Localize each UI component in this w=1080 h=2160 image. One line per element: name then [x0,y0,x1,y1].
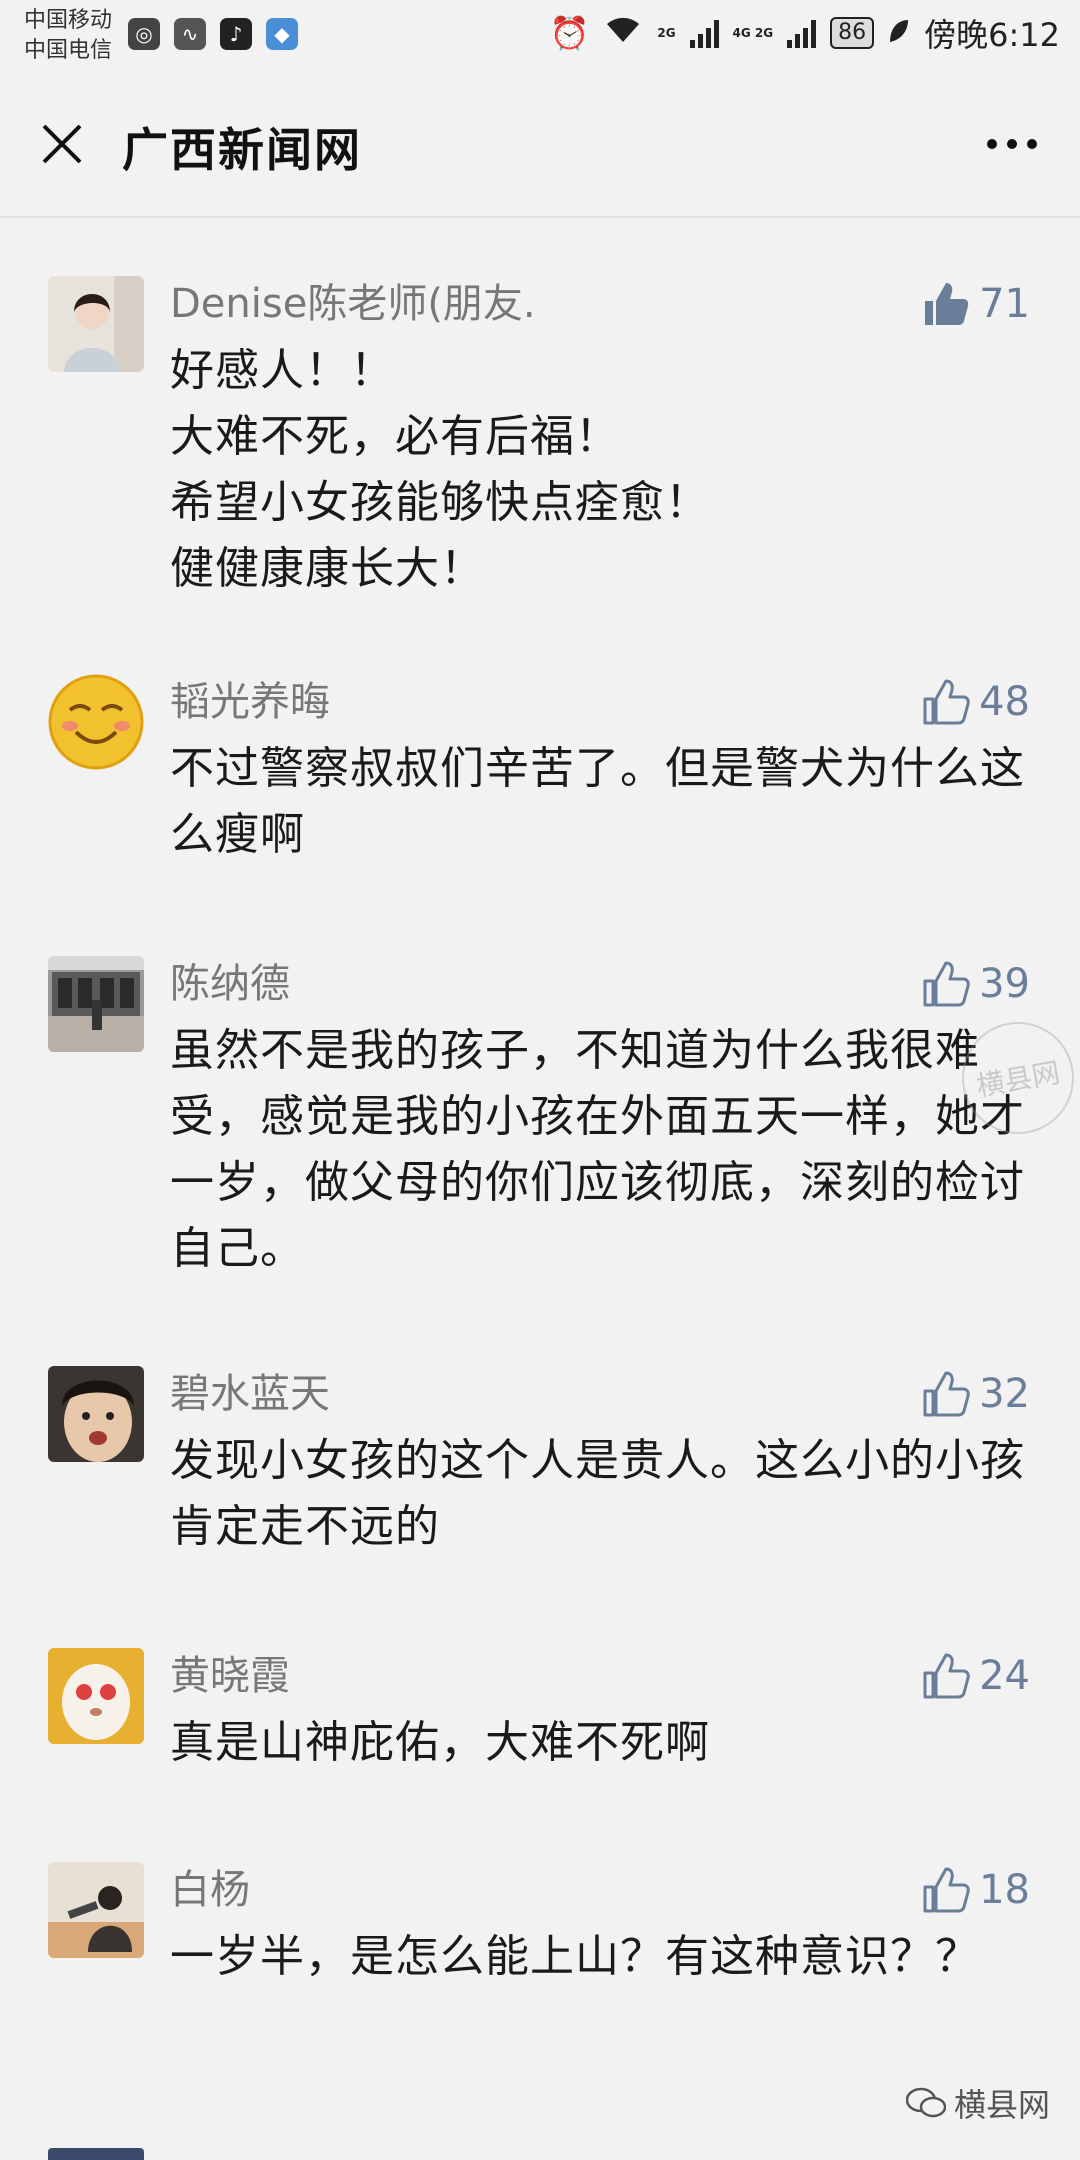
more-dot-icon [1007,139,1017,149]
more-dot-icon [987,139,997,149]
weibo-icon: ◎ [128,18,160,50]
like-button[interactable]: 48 [921,674,1030,730]
comment-text: 虽然不是我的孩子，不知道为什么我很难受，感觉是我的小孩在外面五天一样，她才一岁，… [170,1025,1025,1274]
like-button[interactable]: 32 [921,1366,1030,1422]
like-count: 18 [979,1867,1030,1913]
signal-icon-1 [689,18,719,48]
thumbs-up-icon [923,679,970,725]
like-count: 39 [979,961,1030,1007]
comment-author[interactable]: 陈纳德 [170,956,290,1012]
more-options-button[interactable] [972,116,1052,172]
wifi-icon [603,14,643,52]
network-type-1: 2G [657,26,676,40]
notification-icons: ◎ ∿ ♪ ◆ [128,18,298,50]
carrier-2: 中国电信 [24,38,113,63]
status-time: 傍晚6:12 [924,16,1060,54]
avatar[interactable] [48,1862,144,1958]
thumbs-up-icon [925,283,969,325]
comment-author[interactable]: 黄晓霞 [170,1648,290,1704]
carrier-info: 中国移动 中国电信 [24,6,112,66]
avatar[interactable] [48,1648,144,1744]
thumbs-up-icon [923,1867,970,1913]
comment-text: 一岁半，是怎么能上山？有这种意识？？ [170,1931,980,1982]
tiktok-icon: ♪ [220,18,252,50]
alarm-icon: ⏰ [549,14,590,52]
network-type-2: 4G 2G [732,26,774,40]
comment-author[interactable]: 白杨 [170,1862,250,1918]
avatar[interactable] [48,956,144,1052]
avatar[interactable] [48,674,144,770]
battery-indicator: 86 [830,17,875,49]
status-right: ⏰ 2G 4G 2G 86 傍晚6:12 [550,10,1061,56]
leaf-icon [888,14,910,52]
close-button[interactable] [30,112,94,176]
activity-icon: ∿ [174,18,206,50]
avatar[interactable] [48,276,144,372]
like-count: 24 [979,1653,1030,1699]
watermark-seal-text: 横县网 [974,1055,1063,1104]
next-comment-avatar-peek [48,2148,144,2160]
signal-icon-2 [787,18,817,48]
comment-text: 真是山神庇佑，大难不死啊 [170,1717,710,1768]
like-button[interactable]: 71 [921,276,1030,332]
comment-text: 不过警察叔叔们辛苦了。但是警犬为什么这么瘦啊 [170,743,1025,860]
carrier-1: 中国移动 [24,8,113,33]
status-bar: 中国移动 中国电信 ◎ ∿ ♪ ◆ ⏰ 2G 4G 2G 86 傍晚6:12 [0,0,1080,72]
comment-text: 好感人！！ 大难不死，必有后福！ 希望小女孩能够快点痊愈！ 健健康康长大！ [170,345,710,594]
thumbs-up-icon [923,1653,970,1699]
app-header: 广西新闻网 [0,72,1080,218]
thumbs-up-icon [923,1371,970,1417]
thumbs-up-icon [923,961,970,1007]
like-count: 48 [979,679,1030,725]
like-count: 71 [979,281,1030,327]
watermark-text: 横县网 [953,2086,1050,2124]
like-button[interactable]: 39 [921,956,1030,1012]
page-title: 广西新闻网 [122,123,362,177]
shield-icon: ◆ [266,18,298,50]
like-count: 32 [979,1371,1030,1417]
comment-author[interactable]: 碧水蓝天 [170,1366,330,1422]
avatar[interactable] [48,1366,144,1462]
like-button[interactable]: 18 [921,1862,1030,1918]
comment-text: 发现小女孩的这个人是贵人。这么小的小孩肯定走不远的 [170,1435,1025,1552]
wechat-icon [905,2087,946,2118]
like-button[interactable]: 24 [921,1648,1030,1704]
comment-author[interactable]: Denise陈老师(朋友. [170,276,536,332]
comment-author[interactable]: 韬光养晦 [170,674,330,730]
more-dot-icon [1027,139,1037,149]
watermark-badge: 横县网 [905,2080,1050,2126]
close-icon [42,124,82,164]
